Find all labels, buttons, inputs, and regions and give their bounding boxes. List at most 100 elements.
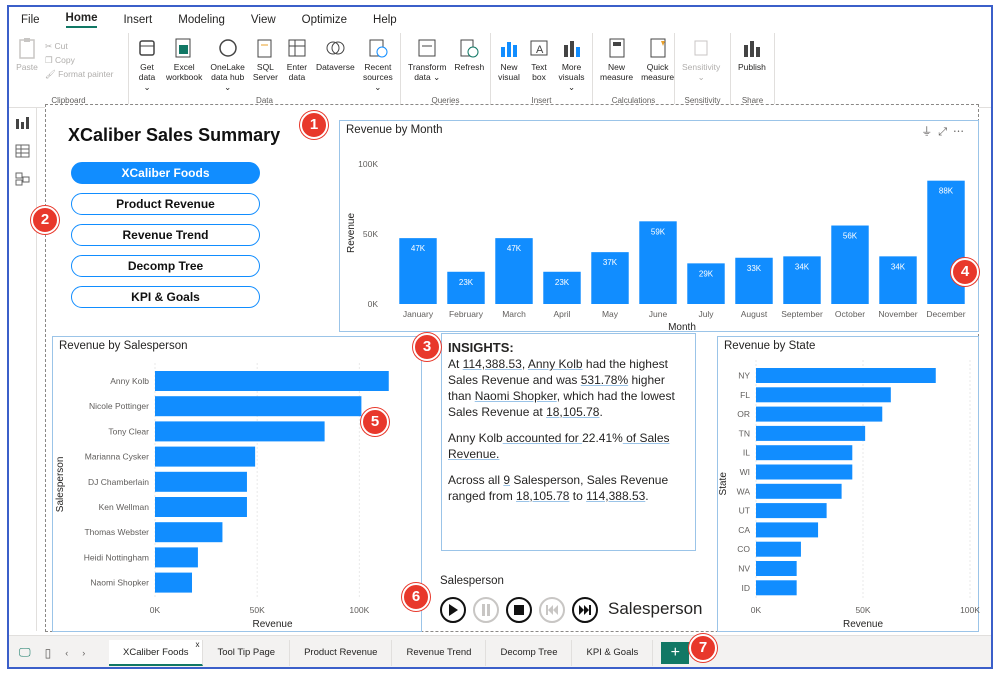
- data-get-button[interactable]: Get data ⌄: [133, 37, 161, 92]
- nav-button-xcaliber-foods[interactable]: XCaliber Foods: [71, 162, 260, 184]
- model-view-icon[interactable]: [15, 172, 31, 186]
- hbar[interactable]: [756, 522, 819, 538]
- play-axis-visual[interactable]: Salesperson Salesperson: [428, 573, 728, 633]
- hbar[interactable]: [756, 425, 866, 441]
- cut-button[interactable]: ✂ Cut: [45, 41, 113, 52]
- menu-file[interactable]: File: [21, 14, 40, 26]
- queries-refresh-button[interactable]: Refresh: [451, 37, 487, 82]
- hbar[interactable]: [155, 471, 247, 492]
- scroll-right-icon[interactable]: ›: [82, 648, 85, 658]
- format-painter-button[interactable]: 🖌 Format painter: [45, 69, 113, 80]
- copy-label: Copy: [54, 55, 75, 65]
- insert-more-button[interactable]: More visuals ⌄: [555, 37, 588, 92]
- hbar[interactable]: [155, 421, 325, 442]
- paste-button[interactable]: Paste: [13, 37, 41, 80]
- page-tab-tool-tip-page[interactable]: Tool Tip Page: [203, 639, 291, 666]
- insights-paragraph-2: Anny Kolb accounted for 22.41% of Sales …: [448, 430, 689, 462]
- page-tab-product-revenue[interactable]: Product Revenue: [290, 639, 393, 666]
- close-tab-icon[interactable]: x: [195, 632, 199, 658]
- hbar[interactable]: [155, 547, 198, 568]
- hbar[interactable]: [756, 445, 853, 461]
- month-x-tick-label: February: [449, 309, 484, 319]
- stop-icon: [514, 605, 524, 615]
- insert-text-button[interactable]: A Text box: [525, 37, 553, 92]
- hbar[interactable]: [756, 464, 853, 480]
- nav-button-product-revenue[interactable]: Product Revenue: [71, 193, 260, 215]
- category-label: NY: [738, 371, 750, 381]
- data-enter-button[interactable]: Enter data: [283, 37, 311, 92]
- queries-transform-button[interactable]: Transform data ⌄: [405, 37, 449, 82]
- category-label: Naomi Shopker: [90, 578, 149, 588]
- next-button[interactable]: [572, 597, 598, 623]
- month-y-axis-title: Revenue: [346, 213, 357, 253]
- menu-home[interactable]: Home: [65, 12, 98, 28]
- hbar[interactable]: [756, 483, 842, 499]
- scroll-left-icon[interactable]: ‹: [65, 648, 68, 658]
- calculations-new-button[interactable]: New measure: [597, 37, 636, 82]
- hbar[interactable]: [756, 561, 797, 576]
- menu-view[interactable]: View: [251, 14, 276, 26]
- share-publish-button[interactable]: Publish: [735, 37, 769, 72]
- month-bar[interactable]: [447, 271, 485, 304]
- mobile-layout-icon[interactable]: ▯: [45, 646, 52, 660]
- report-view-icon[interactable]: [15, 116, 31, 130]
- data-excel-button[interactable]: Excel workbook: [163, 37, 205, 92]
- page-tab-kpi-goals[interactable]: KPI & Goals: [572, 639, 654, 666]
- play-axis-current-value: Salesperson: [608, 599, 703, 618]
- previous-icon: [546, 605, 558, 615]
- page-tab-label: Tool Tip Page: [217, 646, 276, 658]
- sensitivity-buttons: Sensitivity ⌄: [679, 37, 726, 82]
- month-bar[interactable]: [543, 271, 581, 304]
- queries-transform-label-1: Transform: [408, 62, 447, 72]
- data-dataverse-button[interactable]: Dataverse: [313, 37, 358, 92]
- paste-label: Paste: [16, 62, 38, 72]
- previous-button[interactable]: [539, 597, 565, 623]
- hbar[interactable]: [756, 503, 827, 519]
- hbar[interactable]: [155, 522, 223, 543]
- calculations-quick-button[interactable]: Quick measure: [638, 37, 677, 82]
- hbar[interactable]: [155, 371, 389, 391]
- hbar[interactable]: [155, 572, 193, 593]
- page-tabs: XCaliber Foods x Tool Tip Page Product Reve…: [109, 639, 654, 666]
- revenue-by-salesperson-visual[interactable]: Revenue by Salesperson 0K 50K 100K Anny Kol…: [52, 336, 422, 632]
- hbar[interactable]: [155, 497, 247, 517]
- table-view-icon[interactable]: [15, 144, 31, 158]
- menu-help[interactable]: Help: [373, 14, 397, 26]
- page-tab-xcaliber-foods[interactable]: XCaliber Foods x: [109, 639, 204, 666]
- menu-optimize[interactable]: Optimize: [302, 14, 347, 26]
- nav-button-kpi-goals[interactable]: KPI & Goals: [71, 286, 260, 308]
- menu-insert[interactable]: Insert: [123, 14, 152, 26]
- data-onelake-button[interactable]: OneLake data hub ⌄: [207, 37, 248, 92]
- hbar[interactable]: [756, 580, 797, 596]
- pause-button[interactable]: [473, 597, 499, 623]
- insert-new-button[interactable]: New visual: [495, 37, 523, 92]
- month-bar[interactable]: [927, 180, 965, 304]
- play-button[interactable]: [440, 597, 466, 623]
- pause-icon: [482, 604, 490, 616]
- add-page-button[interactable]: +: [661, 641, 690, 664]
- callout-badge-1: 1: [300, 111, 328, 139]
- desktop-layout-icon[interactable]: 🖵: [19, 645, 31, 660]
- page-tab-decomp-tree[interactable]: Decomp Tree: [486, 639, 573, 666]
- sensitivity-sensitivity-button[interactable]: Sensitivity ⌄: [679, 37, 723, 82]
- menu-modeling[interactable]: Modeling: [178, 14, 225, 26]
- insight-value: 531.78%: [580, 373, 629, 387]
- hbar[interactable]: [756, 541, 801, 557]
- page-tab-revenue-trend[interactable]: Revenue Trend: [392, 639, 487, 666]
- smart-narrative-insights[interactable]: INSIGHTS: At 114,388.53, Anny Kolb had t…: [441, 333, 696, 551]
- data-group: Get data ⌄ Excel workbook OneLake data hub ⌄ S…: [129, 33, 401, 107]
- hbar[interactable]: [756, 387, 891, 403]
- revenue-by-state-visual[interactable]: Revenue by State 0K 50K 100K NY FL OR TN IL WI WA…: [717, 336, 980, 632]
- hbar[interactable]: [155, 396, 362, 417]
- copy-button[interactable]: ❐ Copy: [45, 55, 113, 66]
- stop-button[interactable]: [506, 597, 532, 623]
- nav-button-decomp-tree[interactable]: Decomp Tree: [71, 255, 260, 277]
- hbar[interactable]: [756, 406, 883, 422]
- nav-button-revenue-trend[interactable]: Revenue Trend: [71, 224, 260, 246]
- data-sql-button[interactable]: SQL Server: [250, 37, 281, 92]
- hbar[interactable]: [756, 368, 936, 383]
- category-label: Anny Kolb: [110, 376, 149, 386]
- revenue-by-month-visual[interactable]: Revenue by Month ⏚⤢⋯ 0K 50K 100K 47K January…: [339, 120, 979, 333]
- data-recent-button[interactable]: Recent sources ⌄: [360, 37, 396, 92]
- hbar[interactable]: [155, 446, 256, 467]
